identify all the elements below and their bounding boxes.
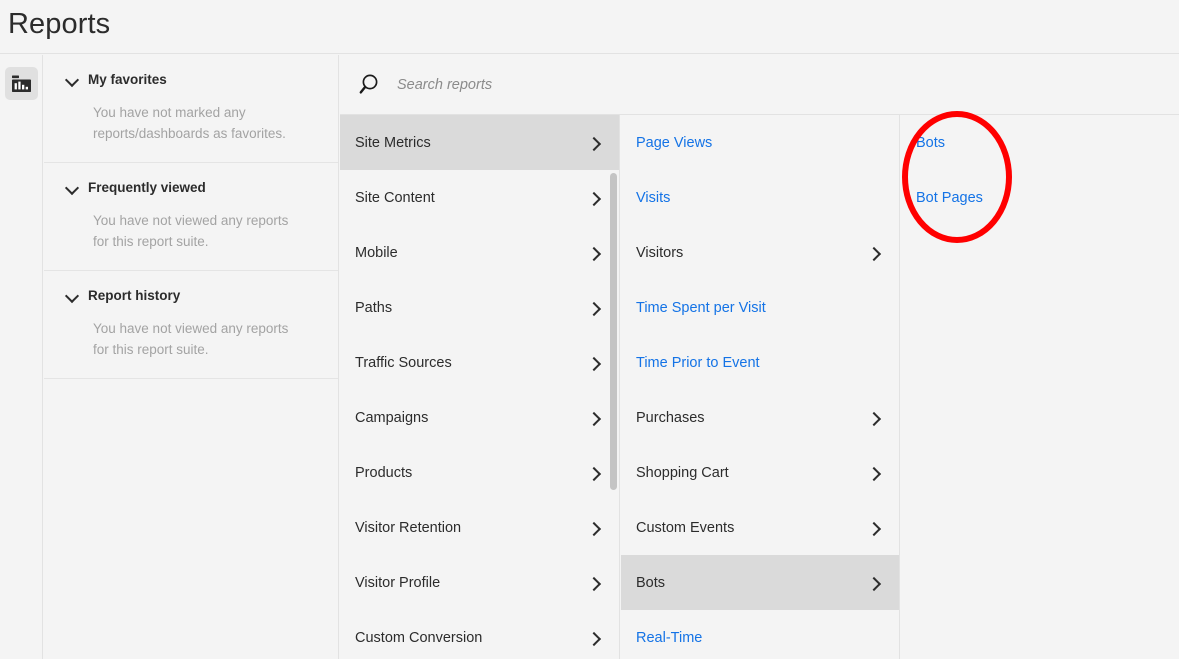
page-header: Reports [0, 0, 1179, 54]
menu-item-bots[interactable]: Bots [621, 555, 899, 610]
menu-column-level2: Page Views Visits Visitors Time Spent pe… [621, 115, 900, 659]
menu-item-bot-pages-report[interactable]: Bot Pages [901, 170, 1179, 225]
menu-item-label: Visits [636, 189, 671, 206]
menu-item-label: Time Prior to Event [636, 354, 760, 371]
section-frequently-viewed-header[interactable]: Frequently viewed [66, 175, 318, 199]
menu-item-label: Page Views [636, 134, 713, 151]
menu-item-label: Bot Pages [916, 189, 983, 206]
menu-item-time-spent-per-visit[interactable]: Time Spent per Visit [621, 280, 899, 335]
section-title: Report history [88, 287, 181, 303]
search-bar[interactable]: Search reports [340, 55, 1179, 114]
section-frequently-viewed: Frequently viewed You have not viewed an… [44, 163, 338, 271]
search-input[interactable]: Search reports [397, 77, 492, 93]
section-title: Frequently viewed [88, 179, 206, 195]
section-report-history-header[interactable]: Report history [66, 283, 318, 307]
menu-item-label: Traffic Sources [355, 354, 452, 371]
page-title: Reports [8, 8, 111, 40]
report-chart-icon [11, 74, 32, 93]
menu-item-label: Shopping Cart [636, 464, 729, 481]
menu-item-mobile[interactable]: Mobile [340, 225, 619, 280]
chevron-right-icon [867, 576, 881, 590]
menu-item-custom-conversion[interactable]: Custom Conversion [340, 610, 619, 659]
chevron-right-icon [587, 191, 601, 205]
reports-rail-button[interactable] [5, 67, 38, 100]
menu-item-label: Bots [916, 134, 946, 151]
left-icon-rail [0, 55, 43, 659]
chevron-right-icon [587, 136, 601, 150]
menu-item-label: Site Metrics [355, 134, 431, 151]
chevron-down-icon [66, 289, 79, 302]
chevron-right-icon [867, 246, 881, 260]
section-empty-message: You have not marked any reports/dashboar… [93, 105, 286, 141]
favorites-panel: My favorites You have not marked any rep… [44, 55, 339, 659]
menu-item-label: Products [355, 464, 413, 481]
menu-item-label: Purchases [636, 409, 705, 426]
chevron-right-icon [587, 631, 601, 645]
section-my-favorites-header[interactable]: My favorites [66, 67, 318, 91]
chevron-right-icon [587, 466, 601, 480]
menu-item-label: Bots [636, 574, 666, 591]
menu-item-site-metrics[interactable]: Site Metrics [340, 115, 619, 170]
menu-item-label: Paths [355, 299, 393, 316]
chevron-right-icon [867, 521, 881, 535]
menu-item-visits[interactable]: Visits [621, 170, 899, 225]
chevron-right-icon [587, 301, 601, 315]
menu-item-label: Mobile [355, 244, 398, 261]
menu-item-products[interactable]: Products [340, 445, 619, 500]
menu-item-label: Real-Time [636, 629, 703, 646]
menu-item-label: Visitor Retention [355, 519, 462, 536]
menu-item-label: Visitor Profile [355, 574, 441, 591]
section-empty-message: You have not viewed any reports for this… [93, 213, 289, 249]
menu-item-label: Time Spent per Visit [636, 299, 766, 316]
search-icon [359, 72, 385, 98]
chevron-down-icon [66, 181, 79, 194]
menu-item-page-views[interactable]: Page Views [621, 115, 899, 170]
reports-page: Reports My favorites You have not marked… [0, 0, 1179, 659]
menu-item-paths[interactable]: Paths [340, 280, 619, 335]
menu-item-label: Site Content [355, 189, 435, 206]
menu-column-level1-scrollbar[interactable] [610, 173, 617, 490]
section-my-favorites: My favorites You have not marked any rep… [44, 55, 338, 163]
menu-item-label: Visitors [636, 244, 684, 261]
menu-item-label: Campaigns [355, 409, 429, 426]
chevron-right-icon [587, 521, 601, 535]
menu-column-level3: Bots Bot Pages [901, 115, 1179, 659]
menu-item-site-content[interactable]: Site Content [340, 170, 619, 225]
menu-item-traffic-sources[interactable]: Traffic Sources [340, 335, 619, 390]
menu-item-purchases[interactable]: Purchases [621, 390, 899, 445]
reports-menu-area: Search reports Site Metrics Site Content… [340, 55, 1179, 659]
menu-item-visitor-profile[interactable]: Visitor Profile [340, 555, 619, 610]
chevron-right-icon [587, 356, 601, 370]
menu-column-level1: Site Metrics Site Content Mobile Paths T… [340, 115, 620, 659]
menu-item-visitor-retention[interactable]: Visitor Retention [340, 500, 619, 555]
section-title: My favorites [88, 71, 167, 87]
section-report-history: Report history You have not viewed any r… [44, 271, 338, 379]
menu-item-label: Custom Events [636, 519, 735, 536]
section-empty-message: You have not viewed any reports for this… [93, 321, 289, 357]
chevron-down-icon [66, 73, 79, 86]
chevron-right-icon [587, 246, 601, 260]
menu-item-bots-report[interactable]: Bots [901, 115, 1179, 170]
menu-item-label: Custom Conversion [355, 629, 483, 646]
chevron-right-icon [587, 576, 601, 590]
chevron-right-icon [867, 466, 881, 480]
chevron-right-icon [587, 411, 601, 425]
menu-item-shopping-cart[interactable]: Shopping Cart [621, 445, 899, 500]
menu-item-real-time[interactable]: Real-Time [621, 610, 899, 659]
menu-item-custom-events[interactable]: Custom Events [621, 500, 899, 555]
menu-item-time-prior-to-event[interactable]: Time Prior to Event [621, 335, 899, 390]
menu-item-visitors[interactable]: Visitors [621, 225, 899, 280]
menu-item-campaigns[interactable]: Campaigns [340, 390, 619, 445]
chevron-right-icon [867, 411, 881, 425]
